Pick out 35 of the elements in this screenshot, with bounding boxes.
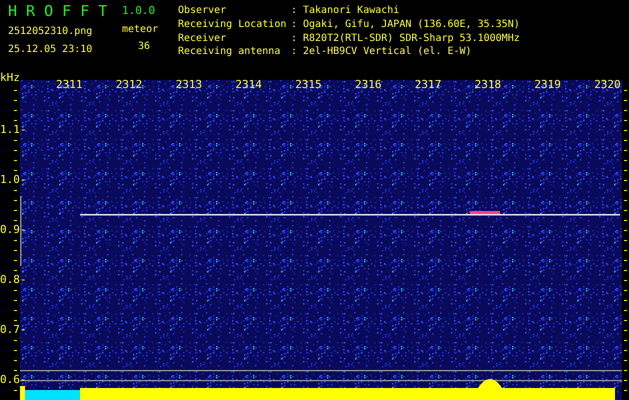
info-value: R820T2(RTL-SDR) SDR-Sharp 53.1000MHz bbox=[303, 32, 520, 46]
time-label: 2319 bbox=[534, 79, 561, 91]
info-label: Receiving antenna bbox=[178, 46, 282, 60]
colon-separator: : bbox=[291, 46, 298, 60]
time-label: 2315 bbox=[295, 79, 322, 91]
colon-separator: : bbox=[291, 5, 298, 18]
meteor-label: meteor bbox=[122, 24, 160, 36]
file-name: 2512052310.png bbox=[8, 26, 94, 38]
axis-unit: kHz bbox=[0, 72, 20, 84]
frequency-label: 0.7- bbox=[0, 324, 26, 336]
time-label: 2316 bbox=[355, 79, 382, 91]
info-label: Receiving Location bbox=[178, 18, 288, 32]
info-label: Observer bbox=[178, 5, 228, 18]
time-label: 2320 bbox=[594, 79, 621, 91]
app-title: H R O F F T bbox=[8, 2, 108, 20]
info-label: Receiver bbox=[178, 32, 228, 46]
frequency-label: 0.9- bbox=[0, 224, 26, 236]
time-label: 2317 bbox=[414, 79, 442, 91]
frequency-label: 1.1- bbox=[0, 124, 26, 136]
time-label: 2318 bbox=[474, 79, 502, 91]
frequency-label: 0.8- bbox=[0, 274, 26, 286]
time-label: 2311 bbox=[56, 79, 82, 91]
app-version: 1.0.0 bbox=[122, 4, 156, 18]
colon-separator: : bbox=[291, 32, 298, 46]
info-value: 2el-HB9CV Vertical (el. E-W) bbox=[303, 46, 473, 60]
frequency-label: 1.0- bbox=[0, 174, 26, 186]
time-label: 2313 bbox=[176, 79, 202, 91]
meteor-count: 36 bbox=[137, 41, 152, 53]
frequency-label: 0.6- bbox=[0, 374, 26, 386]
time-label: 2312 bbox=[116, 79, 142, 91]
colon-separator: : bbox=[291, 18, 298, 32]
info-value: Takanori Kawachi bbox=[303, 5, 400, 18]
info-value: Ogaki, Gifu, JAPAN (136.60E, 35.35N) bbox=[303, 18, 520, 32]
file-datetime: 25.12.05 23:10 bbox=[8, 44, 94, 56]
time-label: 2314 bbox=[235, 79, 262, 91]
